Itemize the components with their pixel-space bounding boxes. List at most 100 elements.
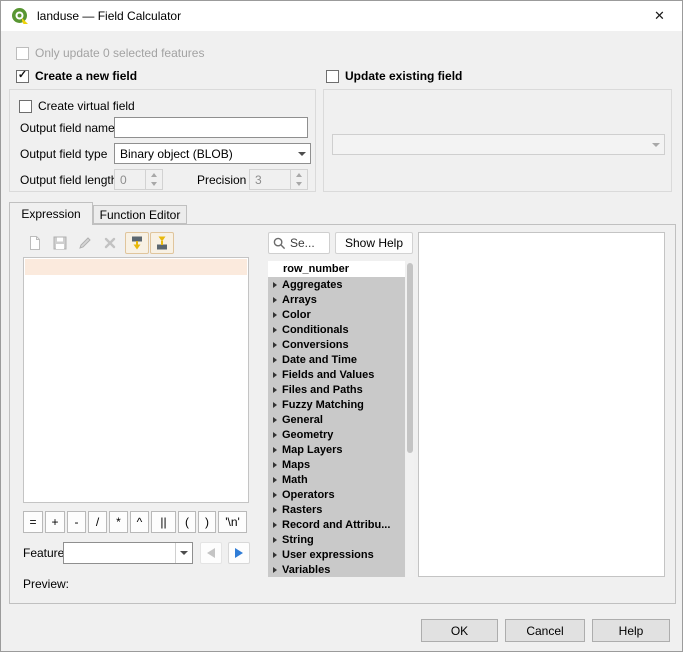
function-group-item[interactable]: Record and Attribu... [268,517,405,532]
function-group-label: User expressions [282,549,374,561]
function-group-item[interactable]: Variables [268,562,405,577]
function-group-item[interactable]: Geometry [268,427,405,442]
expand-icon[interactable] [273,567,277,573]
function-group-item[interactable]: Fields and Values [268,367,405,382]
scrollbar-thumb[interactable] [407,263,413,453]
function-group-item[interactable]: User expressions [268,547,405,562]
expand-icon[interactable] [273,507,277,513]
output-field-type-select[interactable]: Binary object (BLOB) [114,143,311,164]
only-update-selected-label: Only update 0 selected features [35,46,204,60]
checkbox-box: ✓ [16,70,29,83]
spin-up-icon[interactable] [291,170,307,180]
function-help-panel [418,232,665,577]
next-feature-button[interactable] [228,542,250,564]
expand-icon[interactable] [273,282,277,288]
checkbox-box [19,100,32,113]
operator-button[interactable]: - [67,511,86,533]
function-group-item[interactable]: Color [268,307,405,322]
function-list-item-row-number[interactable]: row_number [268,261,405,277]
edit-expression-button[interactable] [73,232,97,254]
function-group-label: Operators [282,489,335,501]
show-help-button[interactable]: Show Help [335,232,413,254]
operator-button[interactable]: = [23,511,43,533]
expand-icon[interactable] [273,492,277,498]
function-group-item[interactable]: General [268,412,405,427]
function-list: row_number Aggregates Arrays Color Condi… [268,261,405,577]
operator-button[interactable]: * [109,511,128,533]
function-group-item[interactable]: Aggregates [268,277,405,292]
current-line-highlight [25,259,247,275]
tab-expression[interactable]: Expression [9,202,93,225]
function-group-item[interactable]: String [268,532,405,547]
checkbox-box [326,70,339,83]
expand-icon[interactable] [273,432,277,438]
delete-expression-button[interactable] [98,232,122,254]
function-group-item[interactable]: Map Layers [268,442,405,457]
function-group-item[interactable]: Math [268,472,405,487]
spinner-buttons[interactable] [290,170,307,189]
expand-icon[interactable] [273,342,277,348]
expand-icon[interactable] [273,297,277,303]
update-existing-field-checkbox[interactable]: Update existing field [326,68,462,84]
ok-button[interactable]: OK [421,619,498,642]
operator-button[interactable]: ( [178,511,196,533]
function-group-item[interactable]: Date and Time [268,352,405,367]
tab-function-editor[interactable]: Function Editor [93,205,187,224]
operator-button[interactable]: || [151,511,176,533]
existing-field-select[interactable] [332,134,665,155]
operator-button[interactable]: / [88,511,107,533]
export-expressions-button[interactable] [150,232,174,254]
operator-button[interactable]: ^ [130,511,149,533]
function-group-item[interactable]: Files and Paths [268,382,405,397]
output-field-length-spinner[interactable]: 0 [114,169,163,190]
operator-button[interactable]: ) [198,511,216,533]
expand-icon[interactable] [273,417,277,423]
function-group-item[interactable]: Rasters [268,502,405,517]
function-group-item[interactable]: Arrays [268,292,405,307]
previous-feature-button[interactable] [200,542,222,564]
precision-spinner[interactable]: 3 [249,169,308,190]
create-new-field-checkbox[interactable]: ✓ Create a new field [16,68,137,84]
help-button[interactable]: Help [592,619,670,642]
spin-down-icon[interactable] [146,180,162,190]
feature-select[interactable] [63,542,193,564]
close-button[interactable]: ✕ [637,1,682,31]
new-expression-button[interactable] [23,232,47,254]
function-group-item[interactable]: Fuzzy Matching [268,397,405,412]
function-group-label: Record and Attribu... [282,519,390,531]
save-expression-button[interactable] [48,232,72,254]
expand-icon[interactable] [273,537,277,543]
function-group-item[interactable]: Conversions [268,337,405,352]
spin-up-icon[interactable] [146,170,162,180]
create-virtual-field-checkbox[interactable]: Create virtual field [19,98,135,114]
function-group-item[interactable]: Conditionals [268,322,405,337]
expand-icon[interactable] [273,477,277,483]
spin-down-icon[interactable] [291,180,307,190]
cancel-button[interactable]: Cancel [505,619,585,642]
expand-icon[interactable] [273,402,277,408]
expand-icon[interactable] [273,552,277,558]
output-field-name-input[interactable] [114,117,308,138]
function-search-input[interactable]: Se... [268,232,330,254]
only-update-selected-checkbox[interactable]: Only update 0 selected features [16,45,204,61]
spinner-buttons[interactable] [145,170,162,189]
expand-icon[interactable] [273,312,277,318]
import-expressions-button[interactable] [125,232,149,254]
function-group-item[interactable]: Maps [268,457,405,472]
operator-button[interactable]: '\n' [218,511,247,533]
function-group-label: Variables [282,564,330,576]
function-list-scrollbar[interactable] [406,261,414,577]
expand-icon[interactable] [273,462,277,468]
expand-icon[interactable] [273,357,277,363]
expand-icon[interactable] [273,387,277,393]
function-group-item[interactable]: Operators [268,487,405,502]
expand-icon[interactable] [273,522,277,528]
expand-icon[interactable] [273,447,277,453]
operator-button[interactable]: + [45,511,65,533]
precision-label: Precision [197,173,246,187]
function-group-label: Color [282,309,311,321]
expand-icon[interactable] [273,372,277,378]
expression-editor[interactable] [23,257,249,503]
chevron-down-icon [175,543,192,563]
expand-icon[interactable] [273,327,277,333]
